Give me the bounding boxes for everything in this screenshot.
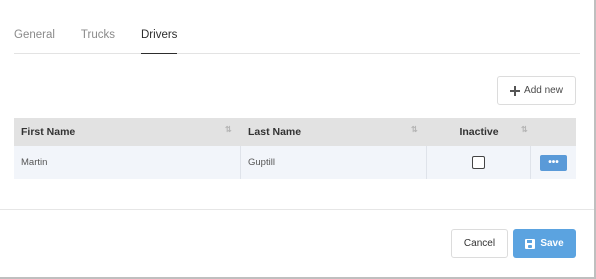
column-label: First Name (21, 126, 76, 138)
column-header-actions (531, 118, 576, 146)
drivers-dialog: General Trucks Drivers Add new First Nam… (0, 0, 596, 279)
cell-actions: ••• (531, 146, 576, 179)
footer-divider (0, 209, 594, 210)
cell-last-name: Guptill (241, 146, 427, 179)
column-label: Inactive (459, 126, 499, 138)
add-new-button[interactable]: Add new (497, 76, 576, 105)
tab-bar: General Trucks Drivers (14, 26, 580, 54)
column-label: Last Name (248, 126, 302, 138)
cell-first-name: Martin (14, 146, 241, 179)
inactive-checkbox[interactable] (472, 156, 485, 169)
row-actions-button[interactable]: ••• (540, 154, 567, 171)
drivers-table: First Name ⇅ Last Name ⇅ Inactive ⇅ Mart… (14, 118, 576, 179)
column-header-last-name[interactable]: Last Name ⇅ (241, 118, 427, 146)
column-header-inactive[interactable]: Inactive ⇅ (427, 118, 531, 146)
sort-icon[interactable]: ⇅ (225, 124, 237, 136)
save-button[interactable]: Save (513, 229, 576, 258)
cancel-button[interactable]: Cancel (451, 229, 508, 258)
tab-drivers[interactable]: Drivers (141, 26, 178, 54)
sort-icon[interactable]: ⇅ (411, 124, 423, 136)
table-row[interactable]: Martin Guptill ••• (14, 146, 576, 179)
save-label: Save (540, 238, 564, 249)
cell-inactive (427, 146, 531, 179)
floppy-disk-icon (525, 238, 536, 249)
column-header-first-name[interactable]: First Name ⇅ (14, 118, 241, 146)
plus-icon (510, 85, 521, 96)
tab-trucks[interactable]: Trucks (81, 26, 115, 53)
tab-general[interactable]: General (14, 26, 55, 53)
table-header: First Name ⇅ Last Name ⇅ Inactive ⇅ (14, 118, 576, 146)
add-new-label: Add new (524, 85, 563, 96)
